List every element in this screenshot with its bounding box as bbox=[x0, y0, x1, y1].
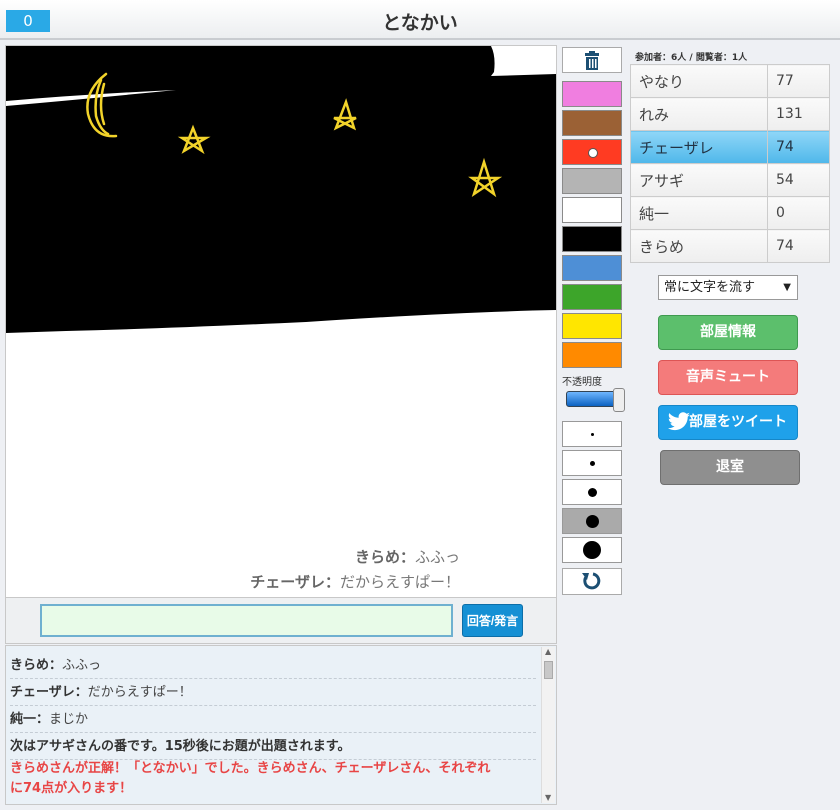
drawing-layer bbox=[6, 46, 556, 333]
flow-message-2-text: だからえすぱー！ bbox=[339, 573, 460, 591]
twitter-icon bbox=[668, 412, 690, 431]
flow-message-1-text: ふふっ bbox=[414, 548, 460, 566]
flow-message-1: きらめ：ふふっ bbox=[355, 546, 460, 567]
trash-icon bbox=[585, 51, 599, 70]
flow-message-2-name: チェーザレ： bbox=[250, 573, 340, 591]
opacity-slider-track bbox=[566, 391, 616, 407]
tweet-button-label: 部屋をツイート bbox=[689, 414, 787, 430]
scroll-down-icon[interactable]: ▼ bbox=[545, 793, 551, 802]
undo-icon bbox=[582, 572, 601, 590]
color-swatch[interactable] bbox=[562, 284, 622, 310]
text-flow-select[interactable]: 常に文字を流す ▼ bbox=[658, 275, 798, 300]
opacity-slider-thumb[interactable] bbox=[613, 388, 625, 412]
chat-message-name: きらめ： bbox=[10, 658, 63, 673]
flow-message-1-name: きらめ： bbox=[354, 548, 415, 566]
chat-scrollbar-thumb[interactable] bbox=[544, 661, 553, 679]
brush-size-option[interactable] bbox=[562, 450, 622, 476]
send-answer-button[interactable]: 回答/発言 bbox=[462, 604, 523, 637]
color-swatch[interactable] bbox=[562, 110, 622, 136]
brush-dot-icon bbox=[583, 541, 601, 559]
player-name: 純一 bbox=[630, 196, 768, 230]
brush-size-option[interactable] bbox=[562, 479, 622, 505]
scroll-up-icon[interactable]: ▲ bbox=[545, 647, 551, 656]
opacity-label: 不透明度 bbox=[562, 377, 602, 388]
tweet-button[interactable]: 部屋をツイート bbox=[658, 405, 798, 440]
chat-log[interactable]: きらめ：ふふっ チェーザレ：だからえすぱー！ 純一：まじか 次はアサギさんの番で… bbox=[5, 645, 557, 805]
player-name: チェーザレ bbox=[630, 130, 768, 164]
player-score: 131 bbox=[767, 97, 830, 131]
color-swatch[interactable] bbox=[562, 168, 622, 194]
player-score: 0 bbox=[767, 196, 830, 230]
opacity-slider[interactable] bbox=[566, 388, 625, 412]
chevron-down-icon: ▼ bbox=[783, 282, 791, 293]
answer-input[interactable] bbox=[40, 604, 453, 637]
text-flow-select-value: 常に文字を流す bbox=[664, 280, 756, 295]
brush-dot-icon bbox=[585, 514, 599, 528]
chat-message-name: チェーザレ： bbox=[10, 685, 88, 700]
color-swatch[interactable] bbox=[562, 255, 622, 281]
color-swatch[interactable] bbox=[562, 342, 622, 368]
drawing-canvas[interactable]: きらめ：ふふっ チェーザレ：だからえすぱー！ bbox=[5, 45, 557, 598]
brush-size-option[interactable] bbox=[562, 508, 622, 534]
brush-dot-icon bbox=[590, 432, 594, 436]
flow-message-2: チェーザレ：だからえすぱー！ bbox=[250, 571, 460, 592]
player-score: 54 bbox=[767, 163, 830, 197]
brush-dot-icon bbox=[589, 460, 595, 466]
player-score: 74 bbox=[767, 229, 830, 263]
system-message: 次はアサギさんの番です。15秒後にお題が出題されます。 bbox=[10, 735, 536, 760]
chat-message-text: だからえすぱー！ bbox=[87, 685, 192, 700]
color-swatch[interactable] bbox=[562, 139, 622, 165]
chat-message: 純一：まじか bbox=[10, 708, 536, 733]
exit-room-button[interactable]: 退室 bbox=[660, 450, 800, 485]
correct-answer-line-1: きらめさんが正解！「となかい」でした。きらめさん、チェーザレさん、それぞれ bbox=[10, 761, 491, 776]
color-swatch[interactable] bbox=[562, 226, 622, 252]
player-row: 純一 0 bbox=[630, 196, 830, 230]
color-swatch[interactable] bbox=[562, 197, 622, 223]
room-title: となかい bbox=[382, 12, 458, 34]
mute-button[interactable]: 音声ミュート bbox=[658, 360, 798, 395]
brush-size-option[interactable] bbox=[562, 537, 622, 563]
chat-message: チェーザレ：だからえすぱー！ bbox=[10, 681, 536, 706]
room-info-button[interactable]: 部屋情報 bbox=[658, 315, 798, 350]
participant-info: 参加者：6人 / 閲覧者：1人 bbox=[635, 53, 748, 63]
chat-message-text: ふふっ bbox=[62, 658, 102, 673]
player-row: やなり 77 bbox=[630, 64, 830, 98]
player-table: やなり 77 れみ 131 チェーザレ 74 アサギ 54 純一 0 きらめ 74 bbox=[630, 64, 830, 263]
selected-color-indicator bbox=[588, 148, 598, 158]
chat-message-text: まじか bbox=[49, 712, 89, 727]
player-row: れみ 131 bbox=[630, 97, 830, 131]
correct-answer-line-2: に74点が入ります！ bbox=[10, 781, 133, 796]
player-name: れみ bbox=[630, 97, 768, 131]
player-row: きらめ 74 bbox=[630, 229, 830, 263]
color-swatch[interactable] bbox=[562, 313, 622, 339]
correct-answer-message: きらめさんが正解！「となかい」でした。きらめさん、チェーザレさん、それぞれ に7… bbox=[10, 759, 536, 804]
brush-size-option[interactable] bbox=[562, 421, 622, 447]
answer-bar: 回答/発言 bbox=[5, 598, 557, 644]
player-name: きらめ bbox=[630, 229, 768, 263]
brush-dot-icon bbox=[587, 487, 597, 497]
player-score: 74 bbox=[767, 130, 830, 164]
color-swatch[interactable] bbox=[562, 81, 622, 107]
player-name: やなり bbox=[630, 64, 768, 98]
top-bar: 0 となかい bbox=[0, 0, 840, 40]
player-score: 77 bbox=[767, 64, 830, 98]
chat-scrollbar[interactable]: ▲ ▼ bbox=[541, 647, 555, 803]
player-row: チェーザレ 74 bbox=[630, 130, 830, 164]
clear-canvas-button[interactable] bbox=[562, 47, 622, 73]
player-name: アサギ bbox=[630, 163, 768, 197]
undo-button[interactable] bbox=[562, 568, 622, 595]
player-row: アサギ 54 bbox=[630, 163, 830, 197]
chat-message-name: 純一： bbox=[10, 712, 50, 727]
chat-message: きらめ：ふふっ bbox=[10, 654, 536, 679]
